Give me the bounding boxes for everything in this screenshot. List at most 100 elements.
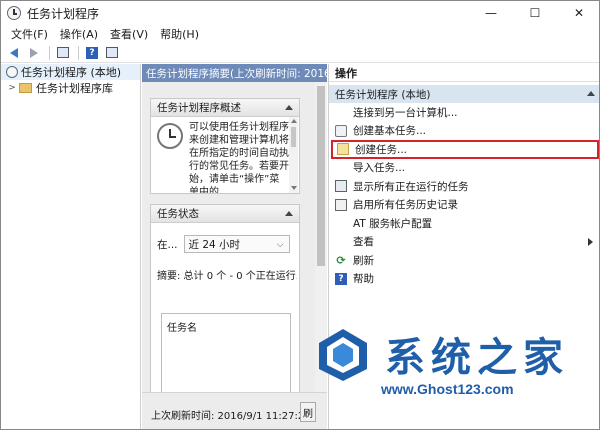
scroll-thumb[interactable] (317, 86, 325, 266)
action-label: 刷新 (353, 254, 374, 267)
forward-button[interactable] (25, 45, 43, 61)
collapse-icon[interactable] (587, 91, 595, 96)
close-button[interactable]: ✕ (557, 1, 599, 25)
action-create-task[interactable]: 创建任务... (331, 140, 599, 159)
last-refresh-time: 上次刷新时间: 2016/9/1 11:27:26 (151, 411, 311, 422)
action-label: 启用所有任务历史记录 (353, 199, 458, 212)
action-label: 查看 (353, 236, 374, 249)
overview-section: 任务计划程序概述 可以使用任务计划程序来创建和管理计算机将在所指定的时间自动执行… (150, 98, 300, 194)
tree-item-scheduler-local[interactable]: 任务计划程序 (本地) (1, 64, 140, 80)
refresh-bar: 上次刷新时间: 2016/9/1 11:27:26 刷 (142, 392, 327, 429)
action-show-running-tasks[interactable]: 显示所有正在运行的任务 (329, 177, 599, 196)
task-status-body: 在... 近 24 小时 ⌵ 摘要: 总计 0 个 - 0 个正在运行... 任… (151, 223, 299, 393)
tree-item-label: 任务计划程序库 (36, 82, 113, 95)
minimize-button[interactable]: — (469, 1, 513, 25)
forward-arrow-icon (30, 47, 38, 58)
action-label: 连接到另一台计算机... (353, 106, 458, 119)
menu-help[interactable]: 帮助(H) (154, 26, 205, 42)
status-filter-label: 在... (157, 238, 178, 251)
action-enable-history[interactable]: 启用所有任务历史记录 (329, 196, 599, 215)
action-label: 创建基本任务... (353, 125, 427, 138)
toolbar-separator (49, 45, 50, 60)
blank-icon (335, 217, 347, 229)
menu-file[interactable]: 文件(F) (5, 26, 54, 42)
watermark-url: www.Ghost123.com (381, 381, 514, 397)
task-list[interactable]: 任务名 (161, 313, 291, 393)
properties-icon (106, 47, 118, 58)
console-tree: 任务计划程序 (本地) > 任务计划程序库 (1, 64, 141, 429)
collapse-icon[interactable] (285, 105, 293, 110)
blank-icon (335, 162, 347, 174)
clock-app-icon (7, 6, 21, 20)
menu-view[interactable]: 查看(V) (104, 26, 154, 42)
menu-action[interactable]: 操作(A) (54, 26, 104, 42)
summary-body: 任务计划程序概述 可以使用任务计划程序来创建和管理计算机将在所指定的时间自动执行… (142, 82, 327, 429)
window-controls: — ☐ ✕ (469, 1, 599, 25)
back-button[interactable] (5, 45, 23, 61)
action-label: 帮助 (353, 273, 374, 286)
actions-title: 操作 (329, 64, 599, 82)
new-task-icon (337, 143, 349, 156)
folder-icon (19, 83, 32, 93)
overview-scrollbar[interactable] (289, 117, 298, 193)
window-title: 任务计划程序 (27, 6, 100, 21)
expand-icon[interactable]: > (7, 83, 17, 93)
scroll-thumb[interactable] (291, 127, 296, 147)
watermark-name: 系统之家 (385, 334, 569, 381)
task-name-header: 任务名 (167, 323, 197, 334)
scroll-up-icon[interactable] (291, 119, 297, 123)
blank-icon (335, 106, 347, 118)
actions-group-title: 任务计划程序 (本地) (335, 88, 431, 101)
action-label: 创建任务... (355, 143, 408, 156)
summary-pane: 任务计划程序摘要(上次刷新时间: 2016/9/1 任务计划程序概述 可以使用任… (142, 64, 327, 429)
properties-button[interactable] (103, 45, 121, 61)
action-refresh[interactable]: ⟳ 刷新 (329, 251, 599, 270)
time-range-select[interactable]: 近 24 小时 ⌵ (183, 235, 290, 253)
task-status-section: 任务状态 在... 近 24 小时 ⌵ 摘要: 总计 0 个 - 0 个正在运行… (150, 204, 300, 394)
clock-icon (157, 123, 183, 149)
summary-header: 任务计划程序摘要(上次刷新时间: 2016/9/1 (142, 64, 327, 82)
console-tree-icon (57, 47, 69, 58)
toolbar: ? (1, 43, 599, 63)
history-icon (335, 198, 347, 211)
blank-icon (335, 236, 347, 248)
overview-header[interactable]: 任务计划程序概述 (151, 99, 299, 117)
clock-icon (6, 66, 18, 78)
toolbar-separator (78, 45, 79, 60)
tree-item-library[interactable]: > 任务计划程序库 (1, 80, 140, 96)
scroll-down-icon[interactable] (291, 186, 297, 190)
menu-bar: 文件(F) 操作(A) 查看(V) 帮助(H) (1, 25, 599, 43)
wizard-icon (335, 124, 347, 137)
action-at-service-config[interactable]: AT 服务帐户配置 (329, 214, 599, 233)
actions-group-header[interactable]: 任务计划程序 (本地) (329, 85, 599, 103)
watermark-logo: 系统之家 www.Ghost123.com (301, 319, 599, 429)
action-create-basic-task[interactable]: 创建基本任务... (329, 122, 599, 141)
chevron-down-icon: ⌵ (276, 240, 284, 250)
status-filter-row: 在... 近 24 小时 ⌵ (157, 235, 290, 253)
refresh-icon: ⟳ (336, 253, 346, 267)
overview-body: 可以使用任务计划程序来创建和管理计算机将在所指定的时间自动执行的常见任务。若要开… (151, 117, 299, 193)
action-help[interactable]: ? 帮助 (329, 270, 599, 289)
help-button[interactable]: ? (83, 45, 101, 61)
action-import-task[interactable]: 导入任务... (329, 159, 599, 178)
running-tasks-icon (335, 180, 347, 193)
time-range-value: 近 24 小时 (188, 238, 241, 251)
action-label: AT 服务帐户配置 (353, 217, 433, 230)
maximize-button[interactable]: ☐ (513, 1, 557, 25)
task-status-header[interactable]: 任务状态 (151, 205, 299, 223)
help-icon: ? (335, 272, 347, 285)
task-status-title: 任务状态 (157, 208, 199, 220)
title-bar: 任务计划程序 — ☐ ✕ (1, 1, 599, 25)
overview-text: 可以使用任务计划程序来创建和管理计算机将在所指定的时间自动执行的常见任务。若要开… (189, 122, 289, 193)
action-label: 导入任务... (353, 162, 406, 175)
help-icon: ? (86, 46, 98, 59)
task-scheduler-window: 任务计划程序 — ☐ ✕ 文件(F) 操作(A) 查看(V) 帮助(H) ? 任… (0, 0, 600, 430)
collapse-icon[interactable] (285, 211, 293, 216)
action-label: 显示所有正在运行的任务 (353, 180, 469, 193)
tree-item-label: 任务计划程序 (本地) (21, 66, 122, 79)
show-console-tree-button[interactable] (54, 45, 72, 61)
watermark-mark-icon (319, 329, 367, 381)
action-view[interactable]: 查看 (329, 233, 599, 252)
action-connect-computer[interactable]: 连接到另一台计算机... (329, 103, 599, 122)
status-summary: 摘要: 总计 0 个 - 0 个正在运行... (157, 271, 297, 282)
